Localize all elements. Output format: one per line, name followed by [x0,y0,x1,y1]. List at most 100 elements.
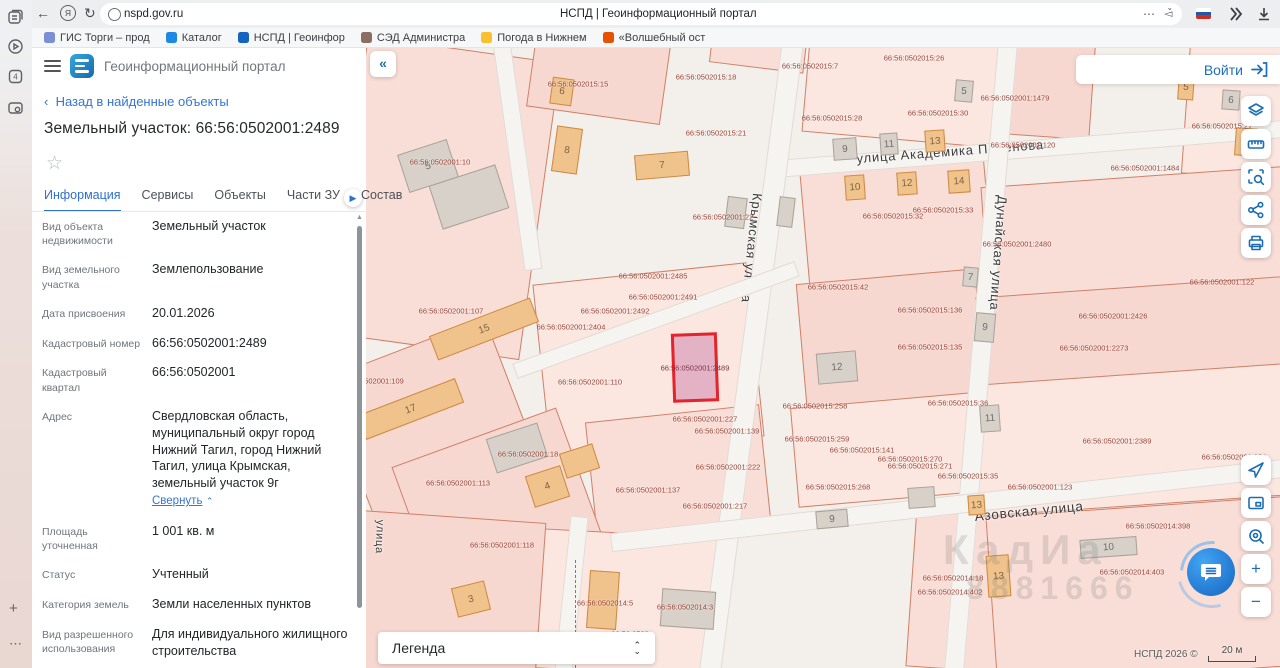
tab-counter-icon[interactable]: 4 [7,68,24,85]
back-to-results-link[interactable]: ‹ Назад в найденные объекты [44,94,229,109]
address-bar[interactable]: nspd.gov.ru НСПД | Геоинформационный пор… [100,3,1182,25]
layers-button[interactable] [1241,96,1271,126]
bookmark-icon[interactable]: ◅̌ [1164,7,1172,20]
bookmark-favicon [361,32,372,43]
protect-icon[interactable] [1228,6,1244,22]
tab-Объекты[interactable]: Объекты [214,188,266,212]
panel-tabs: ИнформацияСервисыОбъектыЧасти ЗУСостав [44,188,354,212]
minimap-button[interactable] [1241,488,1271,518]
share-button[interactable] [1241,195,1271,225]
page-title-text: НСПД | Геоинформационный портал [560,8,757,20]
cadastral-label: 66:56:0502015:28 [802,114,862,123]
bookmark-item[interactable]: Погода в Нижнем [481,32,586,44]
watermark-digits: 8881666 [966,570,1140,607]
bookmark-item[interactable]: ГИС Торги – прод [44,32,150,44]
cadastral-label: 66:56:0502001:110 [558,378,622,387]
map-building[interactable]: 5 [954,79,974,102]
zoom-in-button[interactable]: + [1241,554,1271,584]
map-building[interactable]: 9 [832,137,857,161]
map-building[interactable]: 6 [1221,89,1240,110]
bookmark-item[interactable]: НСПД | Геоинфор [238,32,345,44]
map-building[interactable]: 7 [634,151,690,181]
site-security-icon[interactable] [108,8,121,21]
chat-fab-button[interactable] [1187,548,1235,596]
tab-Состав[interactable]: Состав [361,188,402,212]
object-search-button[interactable] [1241,521,1271,551]
yandex-mode-icon[interactable]: Я [60,5,76,21]
map-building[interactable]: 12 [816,350,859,384]
cadastral-label: 66:56:0502001:2491 [629,293,698,302]
add-panel-icon[interactable]: + [9,600,18,617]
cadastral-label: 66:56:0502001:2426 [1079,312,1148,321]
sidebar-more-icon[interactable]: ⋯ [9,636,22,652]
panel-scroll-up-icon[interactable]: ▲ [356,214,363,221]
app-title: Геоинформационный портал [104,59,285,74]
map-building[interactable]: 9 [974,312,996,343]
map-building[interactable] [776,196,796,228]
bookmark-item[interactable]: СЭД Администра [361,32,465,44]
legend-expand-icon[interactable]: ⌃⌄ [633,642,641,654]
favorite-star-icon[interactable]: ☆ [46,152,63,175]
ruler-button[interactable] [1241,129,1271,159]
cadastral-label: 66:56:0502001:2273 [1060,344,1129,353]
refresh-icon[interactable]: ↻ [84,5,96,21]
cadastral-label: 66:56:0502014:398 [1126,522,1191,531]
tabs-scroll-right-button[interactable]: ▶ [344,189,362,207]
cadastral-label: 66:56:0502001:227 [673,415,738,424]
field-value: Свердловская область, муниципальный окру… [152,408,354,510]
street-label: улица [373,520,386,555]
play-icon[interactable] [7,38,24,55]
bookmark-item[interactable]: «Волшебный ост [603,32,706,44]
field-value: 66:56:0502001 [152,364,354,394]
cadastral-label: 502001:109 [366,377,404,386]
map-building[interactable]: 8 [551,125,583,174]
bookmark-favicon [481,32,492,43]
more-options-icon[interactable]: ⋯ [1143,7,1155,21]
back-icon[interactable]: ← [36,5,50,21]
field-label: Кадастровый номер [42,335,144,352]
notes-panel-icon[interactable] [7,8,24,25]
collapse-address-link[interactable]: Свернуть [152,495,202,507]
map-building[interactable]: 13 [924,129,945,152]
collapse-panel-button[interactable]: « [370,51,396,77]
map-building[interactable]: 11 [979,404,1001,432]
nspd-logo-icon[interactable] [70,54,94,78]
locate-button[interactable] [1241,455,1271,485]
bookmark-item[interactable]: Каталог [166,32,222,44]
application-window: ← Я ↻ nspd.gov.ru НСПД | Геоинформационн… [0,0,1280,668]
cadastral-label: 66:56:0502001:2492 [581,307,650,316]
cadastral-label: 66:56:0502015:258 [783,402,848,411]
screenshot-icon[interactable] [7,100,24,117]
tab-Части ЗУ[interactable]: Части ЗУ [287,188,340,212]
map-canvas[interactable]: улица Академика ПоленоваКрымская улицаДу… [366,48,1280,668]
login-button[interactable]: Войти [1076,55,1280,84]
print-button[interactable] [1241,228,1271,258]
bookmark-favicon [166,32,177,43]
panel-scrollbar[interactable] [357,226,362,608]
field-row: СтатусУчтенный [42,566,354,583]
map-building[interactable] [907,486,935,509]
downloads-icon[interactable] [1256,6,1272,22]
url-text[interactable]: nspd.gov.ru [124,8,183,20]
parcel-title: Земельный участок: 66:56:0502001:2489 [44,120,340,138]
map-building[interactable]: 13 [967,494,985,515]
tab-Информация[interactable]: Информация [44,188,121,212]
legend-bar[interactable]: Легенда ⌃⌄ [378,632,655,664]
map-building[interactable]: 10 [844,174,866,200]
map-building[interactable]: 11 [879,132,898,155]
cadastral-label: 66:56:0502015:7 [782,62,838,71]
map-building[interactable]: 12 [896,171,918,195]
map-attribution: НСПД 2026 © [1134,649,1198,660]
tab-Сервисы[interactable]: Сервисы [142,188,194,212]
map-building[interactable]: 7 [962,266,979,287]
zoom-out-button[interactable]: − [1241,587,1271,617]
cadastral-label: 66:56:0502015:271 [888,462,953,471]
area-search-button[interactable] [1241,162,1271,192]
map-building[interactable]: 14 [947,169,971,193]
map-building[interactable]: 9 [815,509,848,530]
cadastral-label: 66:56:0502001:2480 [983,240,1052,249]
field-row: Вид объекта недвижимостиЗемельный участо… [42,218,354,248]
menu-icon[interactable] [44,60,61,72]
translate-flag-icon[interactable] [1196,8,1211,19]
cadastral-label: 66:56:0502001:137 [616,486,681,495]
